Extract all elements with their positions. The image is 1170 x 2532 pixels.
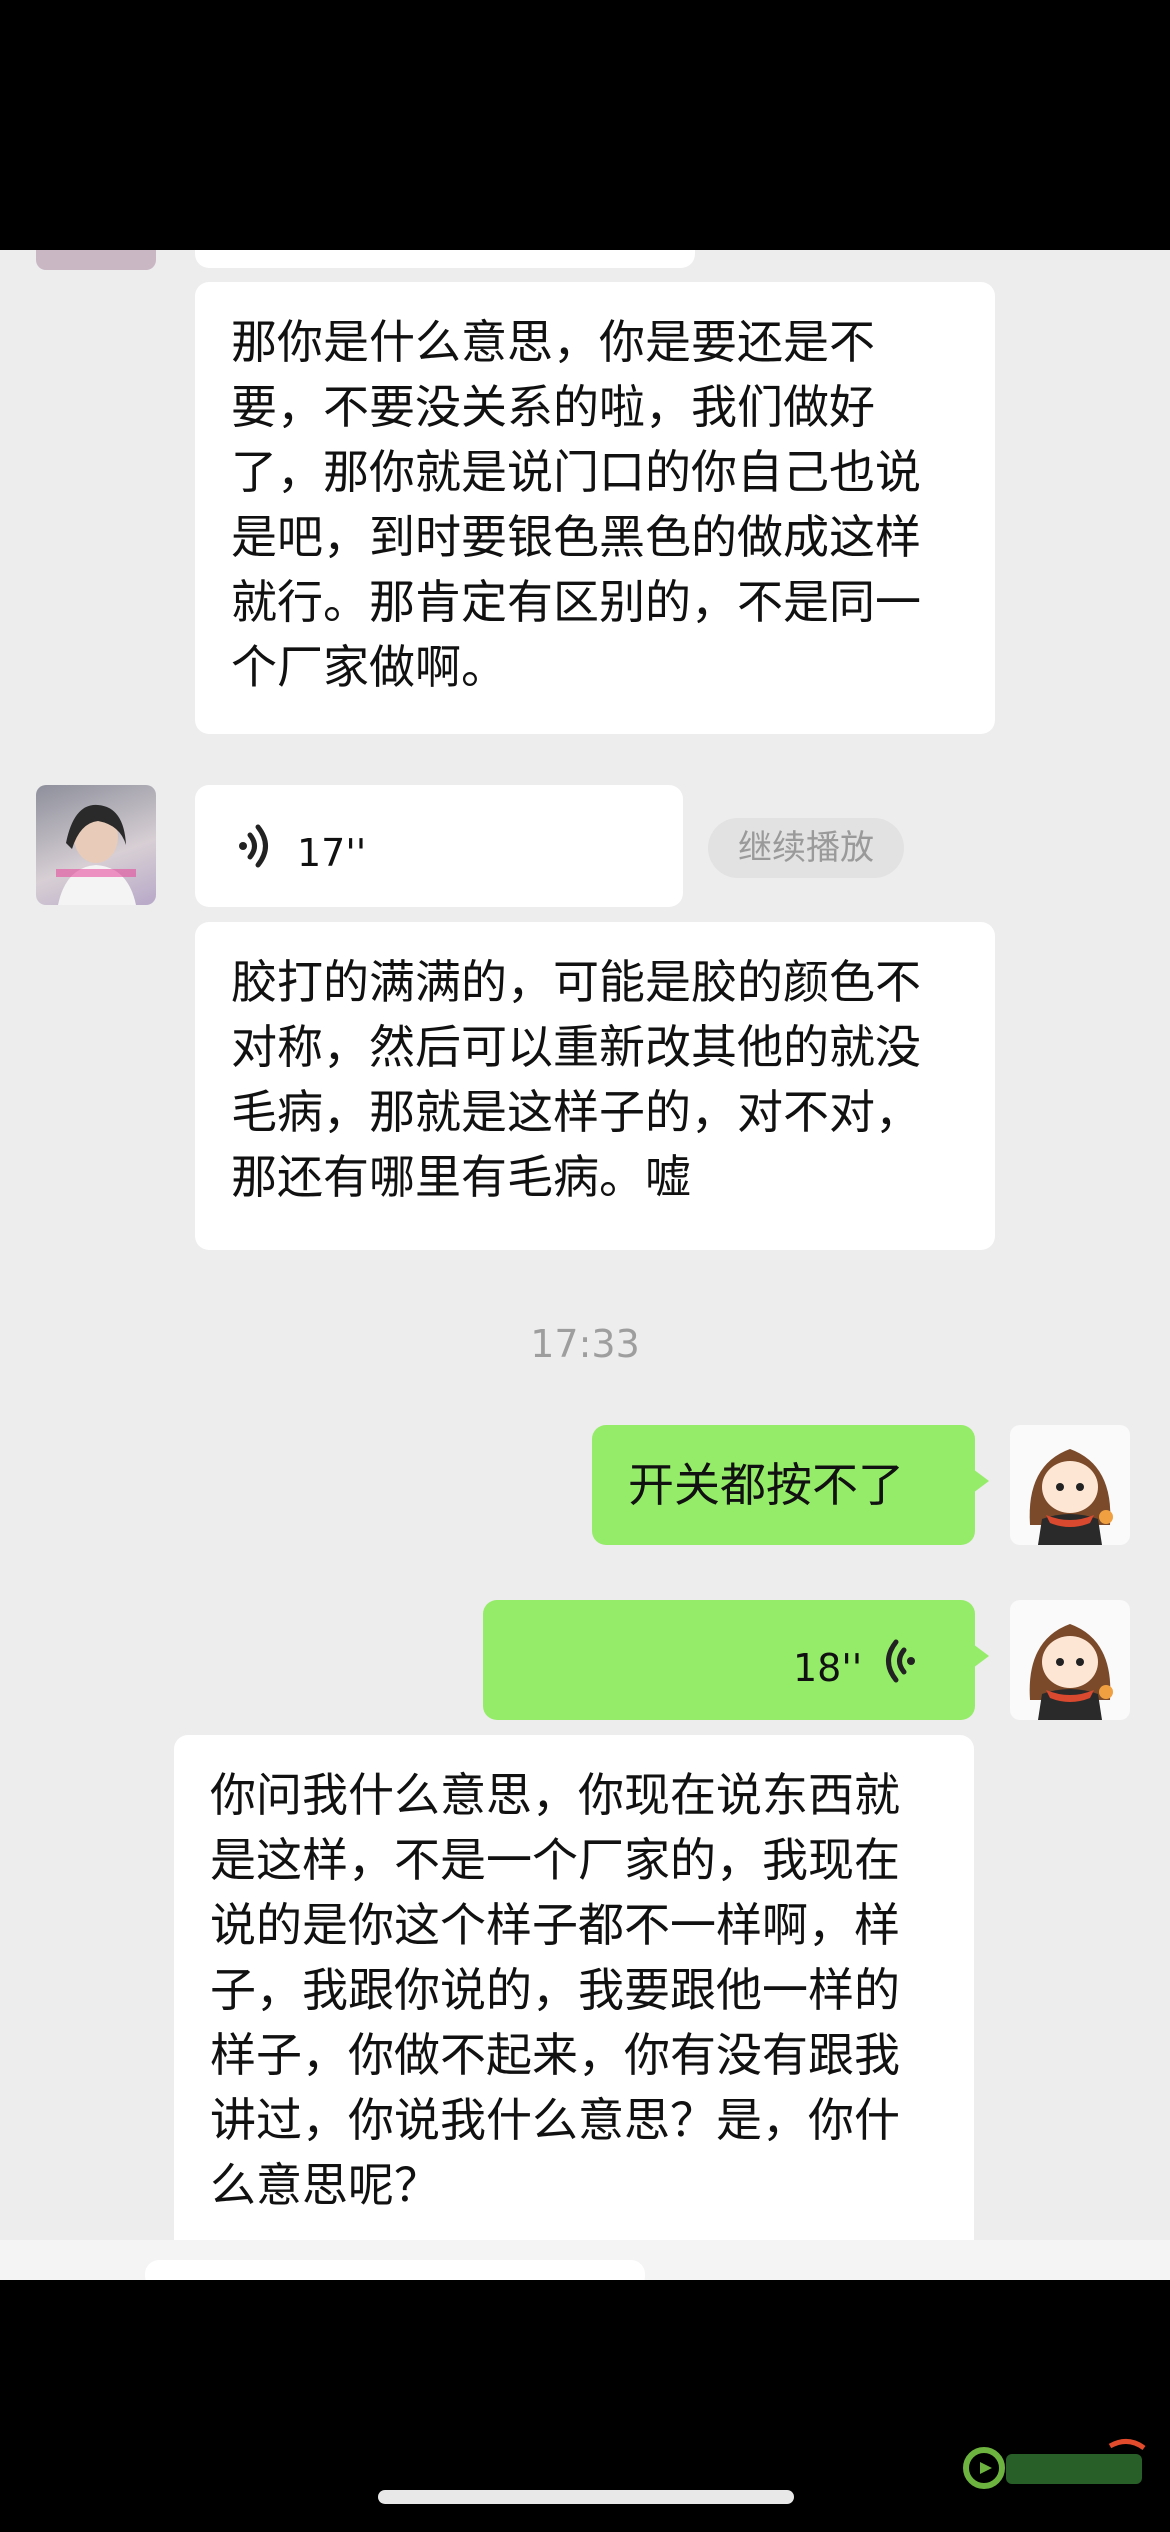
user-avatar[interactable] [1010, 1425, 1130, 1545]
voice-wave-icon [886, 1639, 915, 1683]
incoming-text-message[interactable]: 胶打的满满的，可能是胶的颜色不对称，然后可以重新改其他的就没毛病，那就是这样子的… [195, 922, 995, 1250]
outgoing-voice-message[interactable]: 18'' [483, 1600, 989, 1720]
chat-area: 那你是什么意思，你是要还是不要，不要没关系的啦，我们做好了，那你就是说门口的你自… [0, 250, 1170, 2280]
transcription-text: 你问我什么意思，你现在说东西就是这样，不是一个厂家的，我现在说的是你这个样子都不… [210, 1768, 900, 2212]
voice-duration: 17'' [297, 831, 367, 875]
voice-transcription[interactable]: 你问我什么意思，你现在说东西就是这样，不是一个厂家的，我现在说的是你这个样子都不… [174, 1735, 974, 2275]
user-avatar[interactable] [1010, 1600, 1130, 1720]
incoming-text-message[interactable]: 那你是什么意思，你是要还是不要，不要没关系的啦，我们做好了，那你就是说门口的你自… [195, 282, 995, 734]
voice-wave-icon [239, 824, 268, 868]
voice-duration: 18'' [793, 1646, 863, 1690]
continue-play-button[interactable]: 继续播放 [708, 818, 904, 878]
previous-bubble-partial[interactable] [195, 250, 695, 268]
incoming-voice-message[interactable]: 17'' [195, 785, 683, 907]
user-avatar-cartoon [1029, 1624, 1113, 1720]
contact-avatar-partial[interactable] [36, 250, 156, 270]
user-avatar-cartoon [1029, 1449, 1113, 1545]
contact-avatar[interactable] [36, 785, 156, 905]
outgoing-text-message[interactable]: 开关都按不了 [592, 1425, 989, 1545]
message-text: 胶打的满满的，可能是胶的颜色不对称，然后可以重新改其他的就没毛病，那就是这样子的… [231, 955, 921, 1204]
message-text: 开关都按不了 [628, 1458, 904, 1512]
next-bubble-partial[interactable] [145, 2260, 645, 2280]
continue-play-label: 继续播放 [738, 828, 874, 868]
lgbbs-logo-watermark [963, 2439, 1146, 2489]
home-indicator[interactable] [378, 2490, 794, 2504]
message-text: 那你是什么意思，你是要还是不要，不要没关系的啦，我们做好了，那你就是说门口的你自… [231, 315, 921, 694]
message-timestamp: 17:33 [530, 1322, 640, 1366]
avatar-photo [56, 804, 136, 905]
